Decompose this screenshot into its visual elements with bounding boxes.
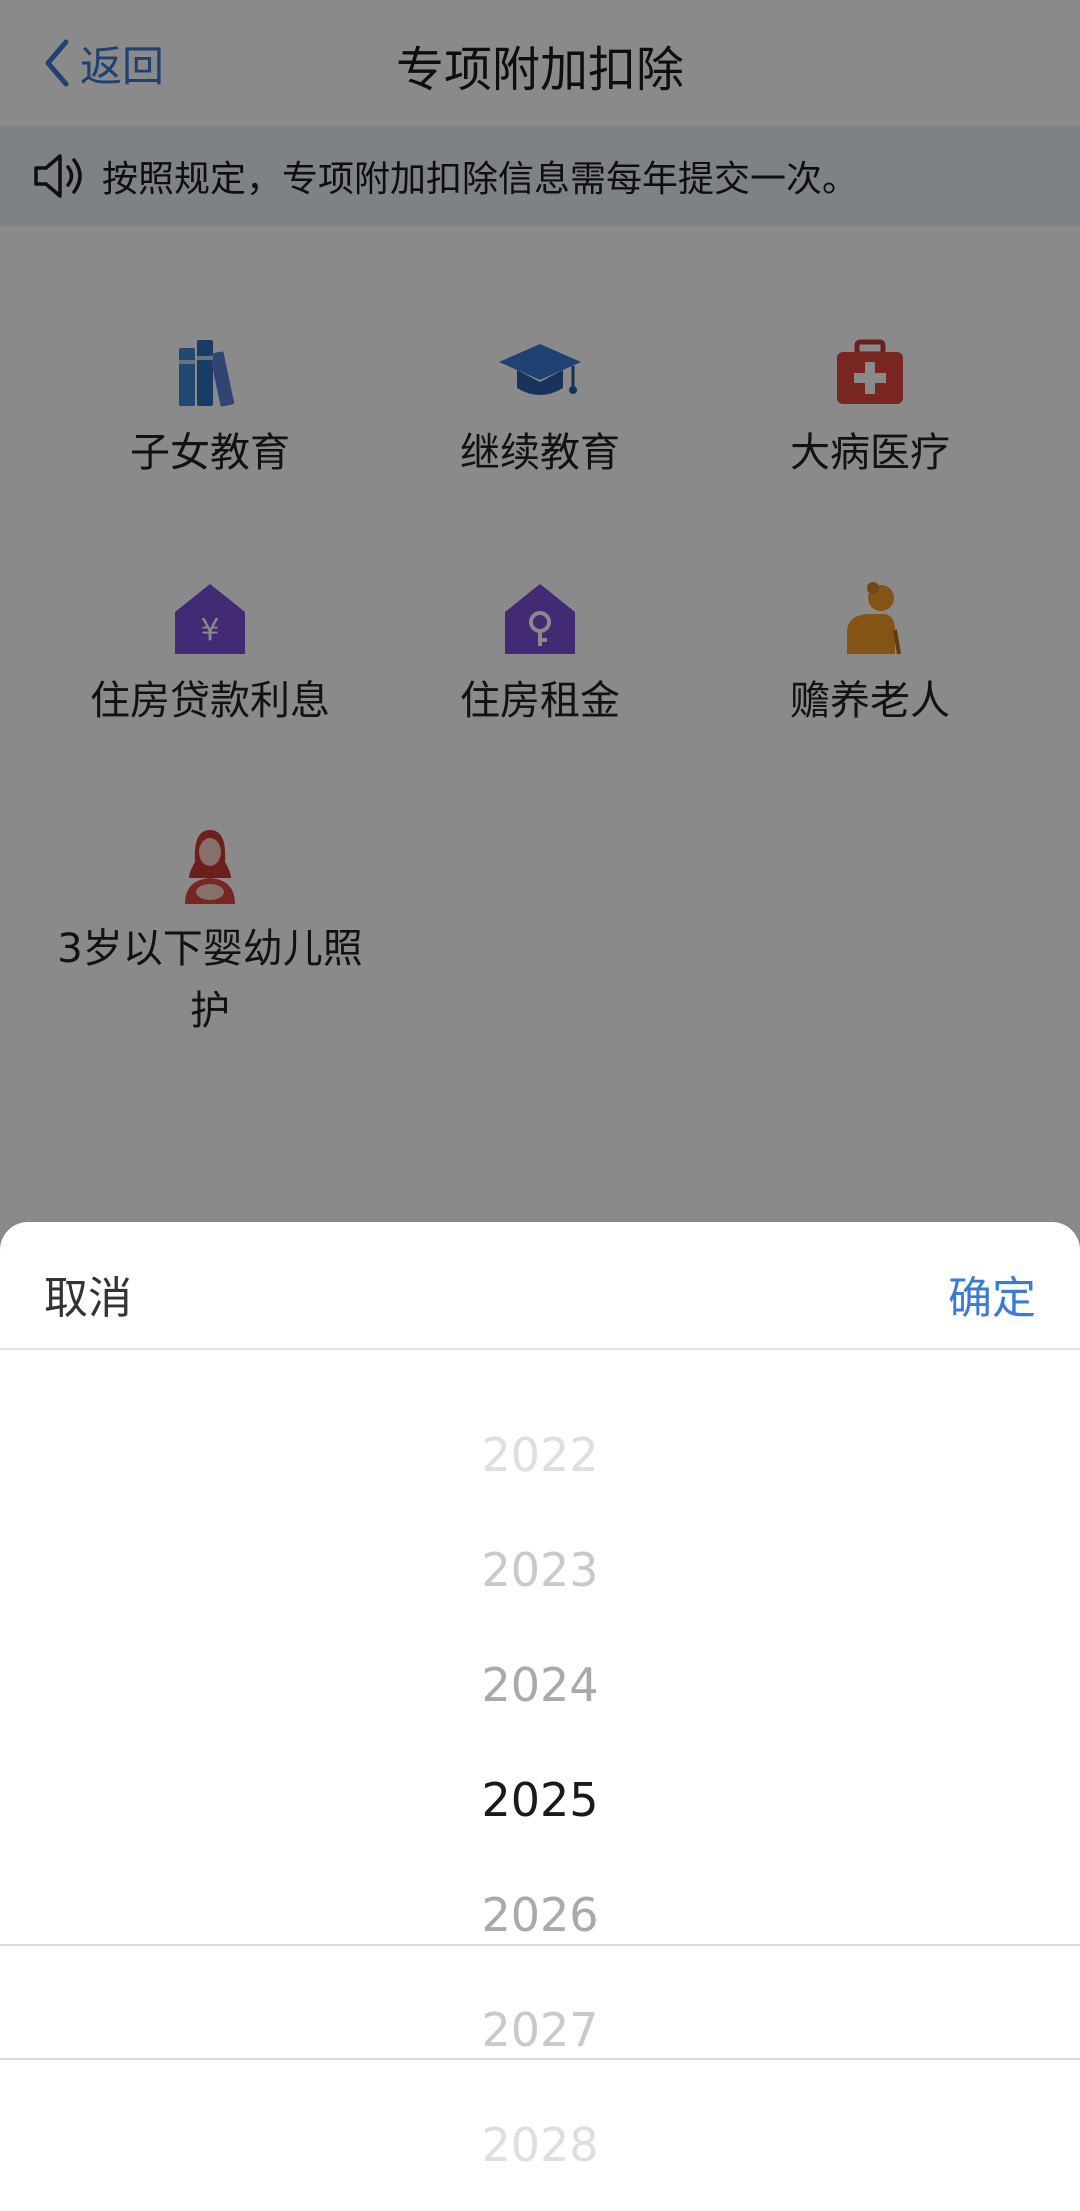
- selection-line-top: [0, 1944, 1080, 1946]
- confirm-button[interactable]: 确定: [948, 1262, 1036, 1326]
- picker-toolbar: 取消 确定: [0, 1222, 1080, 1350]
- year-option[interactable]: 2024: [0, 1658, 1080, 1712]
- year-picker-sheet: 取消 确定 2022 2023 2024 2025 2026 2027 2028: [0, 1222, 1080, 2211]
- year-option[interactable]: 2027: [0, 2003, 1080, 2057]
- cancel-button[interactable]: 取消: [44, 1262, 132, 1326]
- selection-line-bottom: [0, 2058, 1080, 2060]
- year-option-selected[interactable]: 2025: [0, 1773, 1080, 1827]
- year-wheel[interactable]: 2022 2023 2024 2025 2026 2027 2028: [0, 1350, 1080, 2211]
- year-option[interactable]: 2023: [0, 1543, 1080, 1597]
- year-option[interactable]: 2022: [0, 1428, 1080, 1482]
- year-option[interactable]: 2028: [0, 2118, 1080, 2172]
- year-option[interactable]: 2026: [0, 1888, 1080, 1942]
